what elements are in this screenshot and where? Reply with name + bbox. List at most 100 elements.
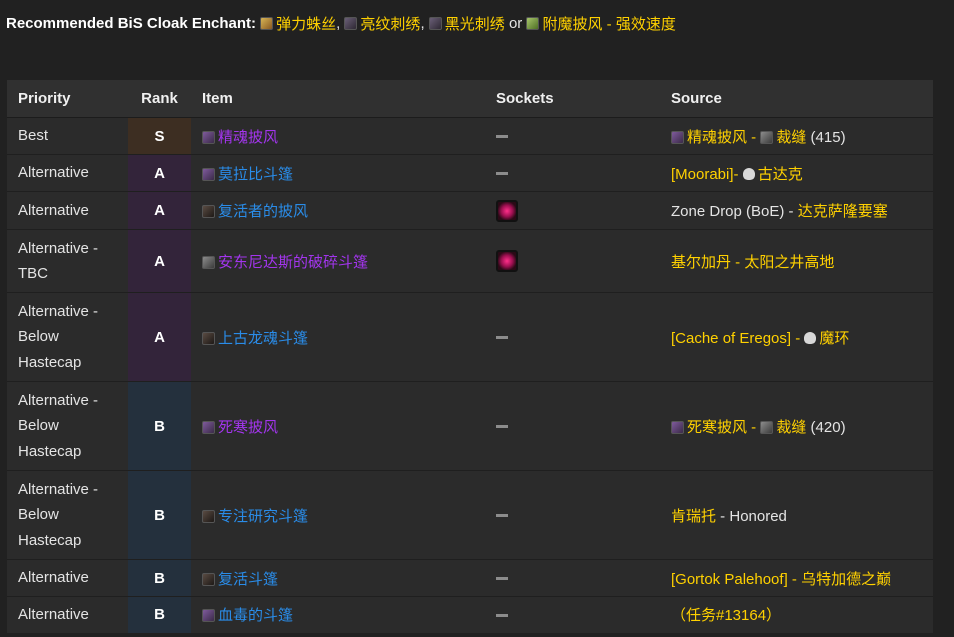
enchant-link-3[interactable]: 黑光刺绣 xyxy=(445,13,505,34)
bis-cloak-table: Priority Rank Item Sockets Source Best S… xyxy=(7,80,933,633)
item-link[interactable]: 复活者的披风 xyxy=(218,203,308,220)
item-link[interactable]: 专注研究斗篷 xyxy=(218,508,308,525)
source-cell: [Gortok Palehoof] - 乌特加德之巅 xyxy=(660,559,933,597)
enchant-or: or xyxy=(508,15,523,32)
prismatic-socket-icon[interactable] xyxy=(496,250,518,272)
item-link[interactable]: 上古龙魂斗篷 xyxy=(218,330,308,347)
item-cell: 莫拉比斗篷 xyxy=(191,154,485,192)
source-cell: 基尔加丹 - 太阳之井高地 xyxy=(660,229,933,293)
rank-badge: A xyxy=(128,229,191,293)
item-link[interactable]: 死寒披风 xyxy=(218,419,278,436)
cloak-icon xyxy=(202,572,215,586)
sockets-cell xyxy=(485,470,660,560)
source-cell: 肯瑞托 - Honored xyxy=(660,470,933,560)
boss-link[interactable]: [Cache of Eregos] xyxy=(671,330,791,347)
boss-link[interactable]: [Moorabi] xyxy=(671,166,734,183)
embroidery-icon xyxy=(344,17,358,30)
skill-level: (415) xyxy=(806,128,846,146)
enchant-link-1[interactable]: 弹力蛛丝 xyxy=(276,13,336,34)
table-row: Alternative - Below Hastecap A 上古龙魂斗篷 [C… xyxy=(7,292,933,382)
header-priority: Priority xyxy=(7,80,128,118)
scroll-icon xyxy=(260,17,274,30)
item-link[interactable]: 安东尼达斯的破碎斗篷 xyxy=(218,254,368,271)
skill-level: (420) xyxy=(806,418,846,436)
quest-link[interactable]: （任务#13164） xyxy=(671,607,781,624)
cloak-icon xyxy=(202,255,215,269)
no-socket-dash-icon xyxy=(496,577,508,581)
source-separator: - xyxy=(733,165,743,183)
faction-link[interactable]: 肯瑞托 xyxy=(671,508,716,525)
cloak-icon xyxy=(202,509,215,523)
profession-link[interactable]: 裁缝 xyxy=(776,419,806,436)
zone-link[interactable]: 太阳之井高地 xyxy=(744,254,834,271)
boss-link[interactable]: 基尔加丹 xyxy=(671,254,731,271)
no-socket-dash-icon xyxy=(496,336,508,340)
skull-icon xyxy=(804,331,817,344)
cloak-icon xyxy=(202,331,215,345)
priority-cell: Best xyxy=(7,117,128,155)
source-separator: - xyxy=(791,329,805,347)
sockets-cell xyxy=(485,117,660,155)
dungeon-link[interactable]: 乌特加德之巅 xyxy=(801,571,891,588)
priority-cell: Alternative xyxy=(7,559,128,597)
no-socket-dash-icon xyxy=(496,135,508,139)
source-cell: 精魂披风 - 裁缝 (415) xyxy=(660,117,933,155)
header-item: Item xyxy=(191,80,485,118)
priority-cell: Alternative - Below Hastecap xyxy=(7,381,128,471)
header-rank: Rank xyxy=(128,80,191,118)
rank-badge: A xyxy=(128,292,191,382)
source-cell: （任务#13164） xyxy=(660,596,933,633)
prismatic-socket-icon[interactable] xyxy=(496,199,518,222)
enchant-separator: , xyxy=(420,15,425,32)
source-separator: - xyxy=(731,253,745,271)
cloak-icon xyxy=(202,205,215,218)
skull-icon xyxy=(742,167,755,180)
no-socket-dash-icon xyxy=(496,514,508,518)
boss-link[interactable]: [Gortok Palehoof] xyxy=(671,571,788,588)
table-row: Best S 精魂披风 精魂披风 - 裁缝 (415) xyxy=(7,117,933,155)
item-link[interactable]: 复活斗篷 xyxy=(218,571,278,588)
cloak-icon xyxy=(671,130,684,144)
rank-badge: B xyxy=(128,470,191,560)
table-row: Alternative B 血毒的斗篷 （任务#13164） xyxy=(7,596,933,633)
table-row: Alternative - Below Hastecap B 专注研究斗篷 肯瑞… xyxy=(7,470,933,560)
zone-link[interactable]: 达克萨隆要塞 xyxy=(798,203,888,220)
enchant-heading: Recommended BiS Cloak Enchant: xyxy=(6,15,257,32)
dungeon-link[interactable]: 古达克 xyxy=(758,166,803,183)
rank-badge: B xyxy=(128,381,191,471)
source-link[interactable]: 精魂披风 xyxy=(687,129,747,146)
sockets-cell xyxy=(485,229,660,293)
source-separator: - xyxy=(787,570,802,588)
cloak-icon xyxy=(202,130,215,144)
sockets-cell xyxy=(485,154,660,192)
item-link[interactable]: 血毒的斗篷 xyxy=(218,607,293,624)
cloak-icon xyxy=(202,609,215,623)
sockets-cell xyxy=(485,596,660,633)
no-socket-dash-icon xyxy=(496,613,508,617)
table-row: Alternative - Below Hastecap B 死寒披风 死寒披风… xyxy=(7,381,933,471)
rank-badge: B xyxy=(128,596,191,633)
cloak-icon xyxy=(671,420,684,434)
rank-badge: S xyxy=(128,117,191,155)
item-cell: 死寒披风 xyxy=(191,381,485,471)
reputation-level: Honored xyxy=(729,507,787,525)
source-cell: 死寒披风 - 裁缝 (420) xyxy=(660,381,933,471)
item-cell: 血毒的斗篷 xyxy=(191,596,485,633)
priority-cell: Alternative - Below Hastecap xyxy=(7,470,128,560)
source-link[interactable]: 死寒披风 xyxy=(687,419,747,436)
tailoring-icon xyxy=(760,420,774,434)
dungeon-link[interactable]: 魔环 xyxy=(819,330,849,347)
enchant-separator: , xyxy=(336,15,341,32)
item-cell: 复活斗篷 xyxy=(191,559,485,597)
enchant-link-4[interactable]: 附魔披风 - 强效速度 xyxy=(542,13,675,34)
rank-badge: B xyxy=(128,559,191,597)
table-row: Alternative - TBC A 安东尼达斯的破碎斗篷 基尔加丹 - 太阳… xyxy=(7,229,933,293)
source-text: Zone Drop (BoE) xyxy=(671,203,785,220)
profession-link[interactable]: 裁缝 xyxy=(776,129,806,146)
item-cell: 复活者的披风 xyxy=(191,191,485,230)
item-link[interactable]: 莫拉比斗篷 xyxy=(218,166,293,183)
item-link[interactable]: 精魂披风 xyxy=(218,129,278,146)
priority-cell: Alternative - Below Hastecap xyxy=(7,292,128,382)
enchant-link-2[interactable]: 亮纹刺绣 xyxy=(360,13,420,34)
sockets-cell xyxy=(485,559,660,597)
